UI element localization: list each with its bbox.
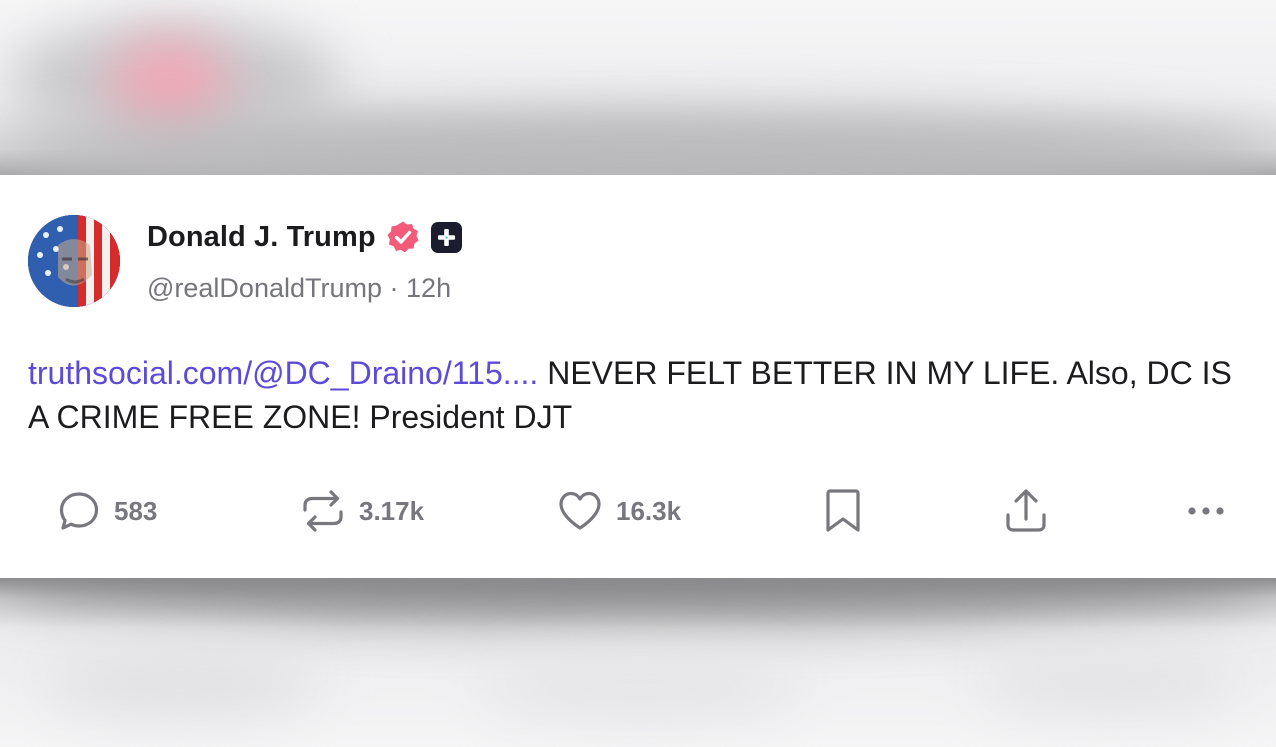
verified-badge-icon <box>386 220 420 254</box>
post-time[interactable]: 12h <box>406 273 451 303</box>
like-count: 16.3k <box>616 495 682 526</box>
heart-icon <box>559 491 601 530</box>
share-icon <box>1006 489 1046 532</box>
bookmark-icon <box>826 489 860 532</box>
blur-blob <box>480 658 800 718</box>
action-bar: 583 3.17k 16.3k <box>0 485 1276 537</box>
display-name[interactable]: Donald J. Trump <box>147 221 376 254</box>
post-meta: @realDonaldTrump · 12h <box>147 273 451 304</box>
truth-plus-badge-icon <box>430 221 463 254</box>
repost-count: 3.17k <box>359 495 425 526</box>
bookmark-button[interactable] <box>822 485 864 537</box>
reply-button[interactable]: 583 <box>56 485 157 537</box>
blur-blob <box>110 40 230 130</box>
screenshot-frame: Donald J. Trump @realDonaldTrump · 12h t… <box>0 0 1276 747</box>
blur-blob <box>0 578 1276 618</box>
reply-count: 583 <box>114 495 158 526</box>
handle[interactable]: @realDonaldTrump <box>147 273 382 303</box>
more-options-button[interactable] <box>1186 485 1230 537</box>
meta-separator: · <box>389 273 399 303</box>
reply-icon <box>59 492 99 530</box>
post-card[interactable]: Donald J. Trump @realDonaldTrump · 12h t… <box>0 175 1276 578</box>
post-body: truthsocial.com/@DC_Draino/115.... NEVER… <box>28 351 1248 439</box>
post-link[interactable]: truthsocial.com/@DC_Draino/115.... <box>28 355 538 391</box>
avatar[interactable] <box>28 215 120 307</box>
blur-blob <box>40 648 320 718</box>
like-button[interactable]: 16.3k <box>556 485 681 537</box>
blur-blob <box>980 653 1240 713</box>
blurred-background-top <box>0 0 1276 175</box>
repost-icon <box>303 490 343 532</box>
blurred-background-bottom <box>0 578 1276 747</box>
avatar-image <box>28 215 120 307</box>
ellipsis-icon <box>1188 507 1224 515</box>
author-row: Donald J. Trump <box>147 219 463 255</box>
repost-button[interactable]: 3.17k <box>299 485 424 537</box>
share-button[interactable] <box>1003 485 1049 537</box>
